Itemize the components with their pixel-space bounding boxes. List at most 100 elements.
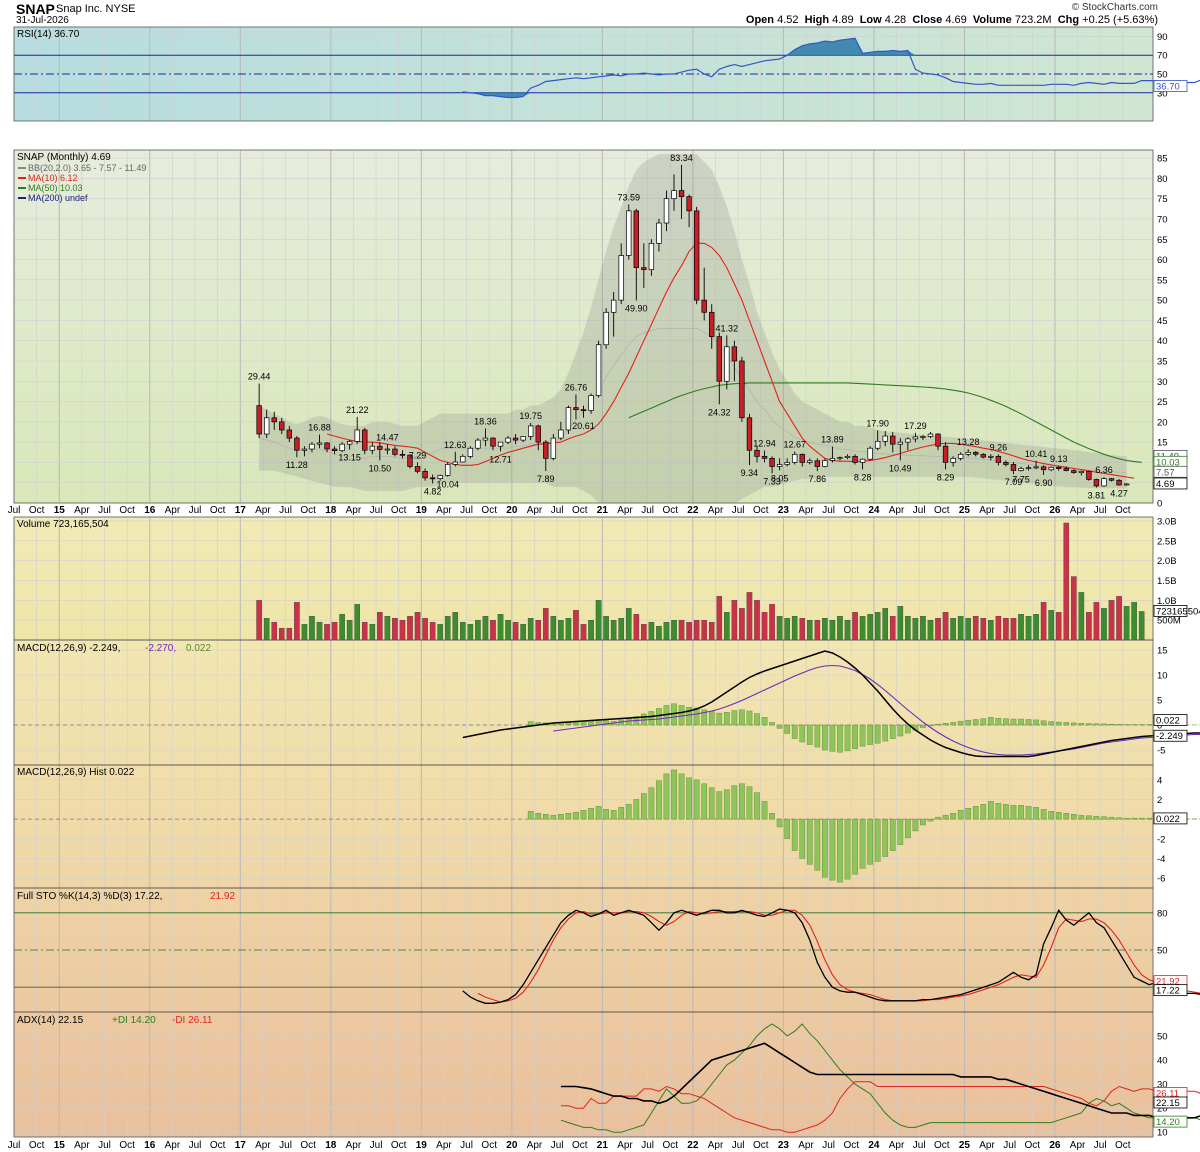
volume-bar — [588, 620, 594, 641]
x-axis-label: Jul — [189, 505, 202, 516]
x-axis-label: Jul — [98, 1140, 111, 1151]
volume-bar — [693, 620, 700, 641]
candle-body — [339, 443, 345, 452]
adx-minus-title: -DI 26.11 — [172, 1015, 213, 1026]
macd-hist-bar — [769, 722, 775, 726]
y-tick-label: 2.0B — [1157, 556, 1177, 567]
volume-bar — [256, 600, 262, 641]
macd-hist-bar — [980, 718, 987, 726]
y-tick-label: 50 — [1157, 70, 1168, 81]
hist-bar — [822, 818, 828, 878]
x-axis-label: Oct — [210, 1140, 226, 1151]
volume-bar — [429, 621, 436, 641]
candle-body — [746, 417, 753, 451]
panel-bg-macd — [14, 640, 1153, 765]
x-axis-label: 22 — [687, 1140, 699, 1151]
volume-bar — [1086, 612, 1092, 641]
hist-bar — [618, 807, 625, 820]
value-tag-label: 0.022 — [1156, 716, 1180, 727]
sto-title: Full STO %K(14,3) %D(3) 17.22, — [17, 891, 162, 902]
x-axis-label: 16 — [144, 505, 156, 516]
macd-hist-bar — [844, 724, 851, 752]
volume-bar — [822, 618, 828, 641]
macd-hist-bar — [1108, 723, 1115, 726]
hist-bar — [648, 787, 655, 820]
macd-hist-bar — [776, 724, 783, 729]
candle-body — [354, 429, 360, 442]
candle-body — [429, 477, 436, 480]
volume-bar — [414, 612, 421, 641]
x-axis-label: Jul — [460, 1140, 473, 1151]
macd-hist-bar — [965, 720, 972, 726]
candle-body — [1033, 466, 1039, 469]
hist-bar — [580, 810, 587, 820]
macd-hist-bar — [1018, 718, 1024, 726]
hist-bar — [905, 818, 911, 839]
hist-bar — [882, 818, 889, 857]
hist-bar — [603, 809, 609, 820]
candle-body — [437, 475, 443, 480]
candle-body — [776, 464, 783, 467]
value-tag-label: 723165504 — [1156, 606, 1200, 617]
volume-bar — [874, 612, 881, 641]
candle-body — [897, 441, 903, 445]
candle-body — [626, 210, 632, 256]
volume-bar — [1018, 614, 1024, 641]
hist-bar — [1063, 813, 1070, 820]
macd-hist-bar — [754, 713, 760, 726]
macd-hist-bar — [1101, 723, 1107, 726]
price-value-label: 8.29 — [937, 472, 955, 482]
candle-body — [1086, 471, 1092, 480]
macd-hist-bar — [723, 712, 730, 726]
hist-bar — [663, 773, 670, 820]
hist-bar — [1040, 809, 1047, 820]
price-value-label: 12.71 — [489, 454, 512, 464]
hist-bar — [784, 818, 791, 839]
x-axis-label: Apr — [1070, 505, 1086, 516]
macd-hist-bar — [897, 724, 904, 737]
x-axis-label: 17 — [235, 1140, 247, 1151]
candle-body — [716, 336, 722, 382]
hist-bar — [550, 814, 557, 820]
candle-body — [490, 437, 496, 447]
y-tick-label: 0 — [1157, 499, 1162, 510]
panel-title-price: SNAP (Monthly) 4.69 — [17, 152, 111, 163]
candle-body — [543, 441, 549, 459]
candle-body — [1056, 466, 1062, 469]
volume-bar — [912, 618, 919, 641]
candle-body — [807, 460, 813, 463]
volume-bar — [573, 610, 579, 641]
volume-bar — [301, 623, 308, 641]
candle-body — [294, 437, 300, 451]
candle-body — [822, 460, 828, 467]
hist-bar — [739, 783, 745, 820]
x-axis-label: Jul — [1003, 505, 1016, 516]
volume-bar — [1055, 612, 1062, 641]
price-value-label: 4.27 — [1110, 489, 1128, 499]
candle-body — [905, 438, 911, 443]
macd-hist-bar — [942, 723, 949, 726]
candle-body — [414, 466, 421, 472]
hist-bar — [1010, 805, 1017, 820]
candle-body — [995, 455, 1002, 463]
hist-bar — [1033, 807, 1039, 820]
candle-body — [618, 255, 624, 301]
x-axis-label: Jul — [641, 505, 654, 516]
x-axis-label: Oct — [843, 505, 859, 516]
hist-bar — [965, 808, 972, 820]
hist-bar — [701, 783, 708, 820]
hist-bar — [535, 813, 542, 820]
x-axis-label: Apr — [889, 505, 905, 516]
candle-body — [1063, 468, 1069, 471]
y-tick-label: 70 — [1157, 214, 1168, 225]
x-axis-label: Jul — [1094, 505, 1107, 516]
candle-body — [279, 421, 285, 431]
x-axis-label: Jul — [370, 1140, 383, 1151]
y-tick-label: 55 — [1157, 275, 1168, 286]
price-value-label: 7.86 — [809, 474, 827, 484]
volume-bar — [731, 600, 738, 641]
candle-body — [528, 425, 534, 437]
x-axis-label: 20 — [506, 505, 518, 516]
candle-body — [595, 344, 602, 396]
volume-bar — [369, 623, 376, 641]
